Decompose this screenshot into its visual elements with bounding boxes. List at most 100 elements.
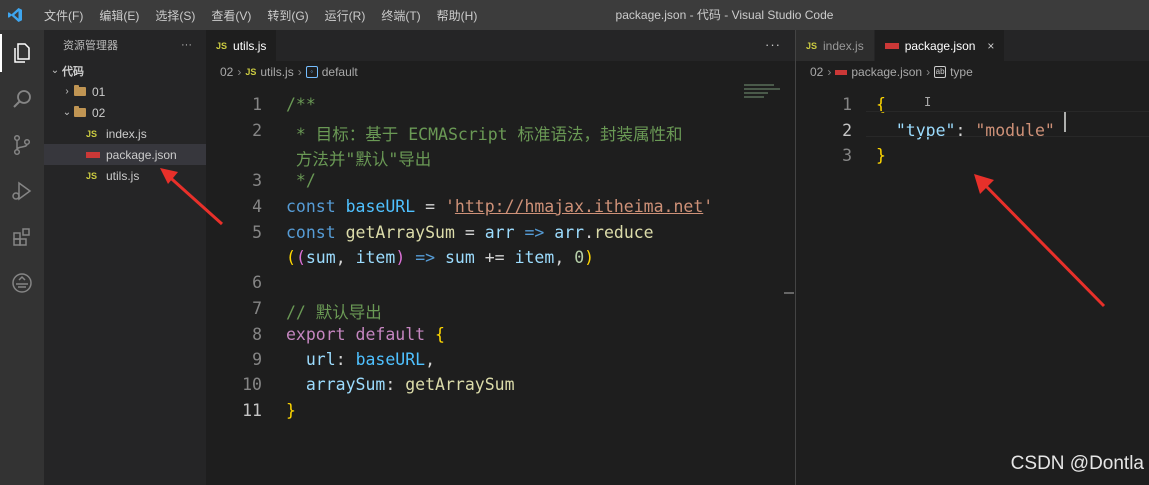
close-icon[interactable]: × — [987, 39, 994, 53]
menu-file[interactable]: 文件(F) — [36, 7, 91, 24]
menu-edit[interactable]: 编辑(E) — [91, 7, 147, 24]
js-file-icon: JS — [216, 40, 228, 51]
token-variable: arr — [554, 223, 585, 242]
breadcrumb-item[interactable]: 02 — [220, 65, 233, 79]
explorer-header: 资源管理器 ··· — [44, 30, 206, 60]
token-variable: item — [514, 248, 555, 267]
token-keyword: const — [286, 197, 336, 216]
token-operator: = — [415, 197, 445, 216]
npm-file-icon — [884, 42, 899, 49]
line-number: 5 — [252, 223, 262, 242]
activity-run-debug[interactable] — [0, 168, 44, 214]
menu-bar: 文件(F) 编辑(E) 选择(S) 查看(V) 转到(G) 运行(R) 终端(T… — [36, 0, 485, 30]
tab-package-json[interactable]: package.json × — [874, 30, 1006, 61]
js-file-icon: JS — [245, 67, 257, 77]
tree-item-label: 01 — [92, 84, 106, 99]
tab-utils-js[interactable]: JS utils.js — [206, 30, 278, 61]
token-method: reduce — [594, 223, 654, 242]
tree-folder-02[interactable]: ⌄ 02 — [44, 102, 206, 123]
line-number: 1 — [252, 95, 262, 114]
activity-bar — [0, 30, 44, 485]
code-line-5-wrap: ((sum, item) => sum += item, 0) — [286, 248, 595, 267]
tree-root-folder[interactable]: ⌄ 代码 — [44, 60, 206, 81]
code-line-11: } — [286, 401, 296, 420]
npm-file-icon — [835, 69, 848, 75]
breadcrumb-item[interactable]: 02 — [810, 65, 823, 79]
explorer-title: 资源管理器 — [63, 40, 118, 52]
menu-terminal[interactable]: 终端(T) — [373, 7, 428, 24]
explorer-sidebar: 资源管理器 ··· ⌄ 代码 › 01 ⌄ 02 JS index.js pac… — [44, 30, 206, 485]
menu-selection[interactable]: 选择(S) — [147, 7, 203, 24]
code-line-5: const getArraySum = arr => arr.reduce — [286, 223, 654, 242]
line-number: 7 — [252, 299, 262, 318]
menu-go[interactable]: 转到(G) — [259, 7, 316, 24]
breadcrumb-item[interactable]: default — [322, 65, 358, 79]
tab-label: utils.js — [233, 38, 267, 53]
code-line-7: // 默认导出 — [286, 303, 382, 322]
activity-extensions[interactable] — [0, 214, 44, 260]
token-param: sum — [305, 248, 336, 267]
npm-file-icon — [86, 151, 100, 158]
tab-index-js[interactable]: JS index.js — [796, 30, 875, 61]
symbol-string-icon: ab — [934, 66, 947, 78]
mouse-ibeam-icon: I — [924, 95, 932, 109]
activity-remote[interactable] — [0, 260, 44, 306]
token-url-link[interactable]: http://hmajax.itheima.net — [455, 197, 703, 216]
token-param: arr — [484, 223, 515, 242]
token-quote: ' — [444, 197, 455, 216]
token-keyword: const — [286, 223, 336, 242]
menu-run[interactable]: 运行(R) — [317, 7, 374, 24]
activity-search[interactable] — [0, 76, 44, 122]
token-keyword: export — [286, 325, 346, 344]
minimap[interactable] — [744, 82, 784, 106]
symbol-variable-icon: ◦ — [305, 66, 318, 78]
source-control-icon — [13, 134, 31, 156]
line-number: 4 — [252, 197, 262, 216]
token-quote: ' — [703, 197, 714, 216]
scrollbar-thumb[interactable] — [784, 292, 794, 294]
tree-item-label: package.json — [106, 147, 177, 162]
token-function-name: getArraySum — [405, 375, 515, 394]
line-number: 2 — [252, 121, 262, 140]
json-close-brace: } — [876, 146, 886, 165]
token-arrow: => — [415, 248, 436, 267]
tree-file-package-json[interactable]: package.json — [44, 144, 206, 165]
breadcrumb-right: 02 › package.json › ab type — [796, 61, 1149, 83]
chevron-right-icon: › — [926, 65, 931, 79]
tree-item-label: utils.js — [106, 168, 140, 183]
breadcrumb-item[interactable]: package.json — [851, 65, 922, 79]
token-function-name: getArraySum — [345, 223, 455, 242]
chevron-down-icon: ⌄ — [62, 107, 72, 118]
line-number: 10 — [242, 375, 262, 394]
code-line-8: export default { — [286, 325, 445, 344]
files-icon — [14, 43, 30, 63]
token-property: url — [305, 350, 336, 369]
remote-icon — [12, 273, 32, 293]
token-keyword: default — [355, 325, 426, 344]
editor-group-right: JS index.js package.json × 02 › package.… — [796, 30, 1149, 485]
folder-icon — [74, 85, 86, 96]
line-number: 6 — [252, 273, 262, 292]
tree-file-utils-js[interactable]: JS utils.js — [44, 165, 206, 186]
tree-folder-01[interactable]: › 01 — [44, 81, 206, 102]
code-line-9: url: baseURL, — [305, 350, 436, 369]
breadcrumb-left: 02 › JS utils.js › ◦ default — [206, 61, 795, 83]
breadcrumb-item[interactable]: utils.js — [260, 65, 293, 79]
title-bar: 文件(F) 编辑(E) 选择(S) 查看(V) 转到(G) 运行(R) 终端(T… — [0, 0, 1149, 30]
explorer-more-button[interactable]: ··· — [181, 39, 192, 51]
vscode-logo-icon — [0, 0, 30, 30]
search-icon — [13, 90, 31, 108]
tree-file-index-js[interactable]: JS index.js — [44, 123, 206, 144]
code-line-2-wrap: 方法并"默认"导出 — [286, 150, 432, 169]
activity-explorer[interactable] — [0, 30, 44, 76]
menu-view[interactable]: 查看(V) — [203, 7, 259, 24]
js-file-icon: JS — [806, 40, 818, 51]
tree-item-label: 02 — [92, 105, 106, 120]
tab-bar-left: JS utils.js ··· — [206, 30, 795, 61]
line-number: 2 — [842, 121, 852, 140]
activity-source-control[interactable] — [0, 122, 44, 168]
run-debug-icon — [12, 181, 32, 201]
editor-more-actions-button[interactable]: ··· — [765, 37, 781, 52]
menu-help[interactable]: 帮助(H) — [429, 7, 486, 24]
breadcrumb-item[interactable]: type — [950, 65, 973, 79]
